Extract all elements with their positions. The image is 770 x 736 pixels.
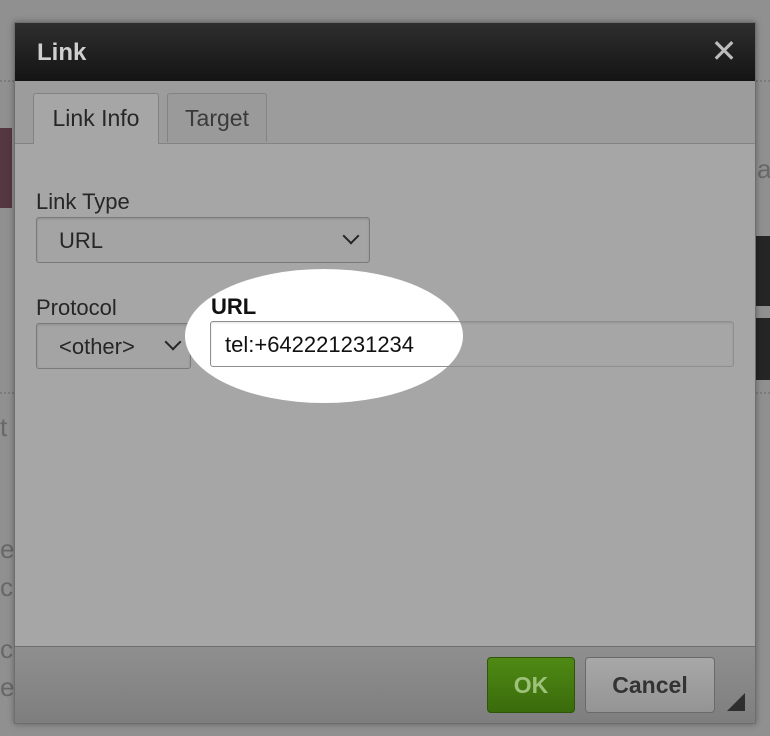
tab-link-info[interactable]: Link Info <box>33 93 159 144</box>
protocol-value: <other> <box>59 334 135 359</box>
link-type-label: Link Type <box>36 189 130 214</box>
link-type-value: URL <box>59 228 104 253</box>
link-dialog: Link ✕ Link Info Target Link Type URL Pr… <box>14 22 756 724</box>
dialog-titlebar[interactable]: Link ✕ <box>15 23 755 82</box>
url-value: tel:+642221231234 <box>225 332 415 357</box>
protocol-label: Protocol <box>36 295 117 320</box>
protocol-select[interactable]: <other> <box>36 323 191 369</box>
link-type-select[interactable]: URL <box>36 217 370 263</box>
cancel-button[interactable]: Cancel <box>585 657 715 713</box>
dialog-footer: OK Cancel <box>15 646 755 723</box>
ok-button[interactable]: OK <box>487 657 575 713</box>
tab-target[interactable]: Target <box>167 93 267 142</box>
url-label: URL <box>211 294 257 319</box>
resize-handle-icon[interactable] <box>727 693 745 711</box>
chevron-down-icon <box>342 227 360 245</box>
close-icon[interactable]: ✕ <box>709 33 739 69</box>
chevron-down-icon <box>164 333 182 351</box>
tab-bar: Link Info Target <box>15 81 755 144</box>
url-input[interactable]: tel:+642221231234 <box>210 321 734 367</box>
dialog-title: Link <box>37 39 87 66</box>
